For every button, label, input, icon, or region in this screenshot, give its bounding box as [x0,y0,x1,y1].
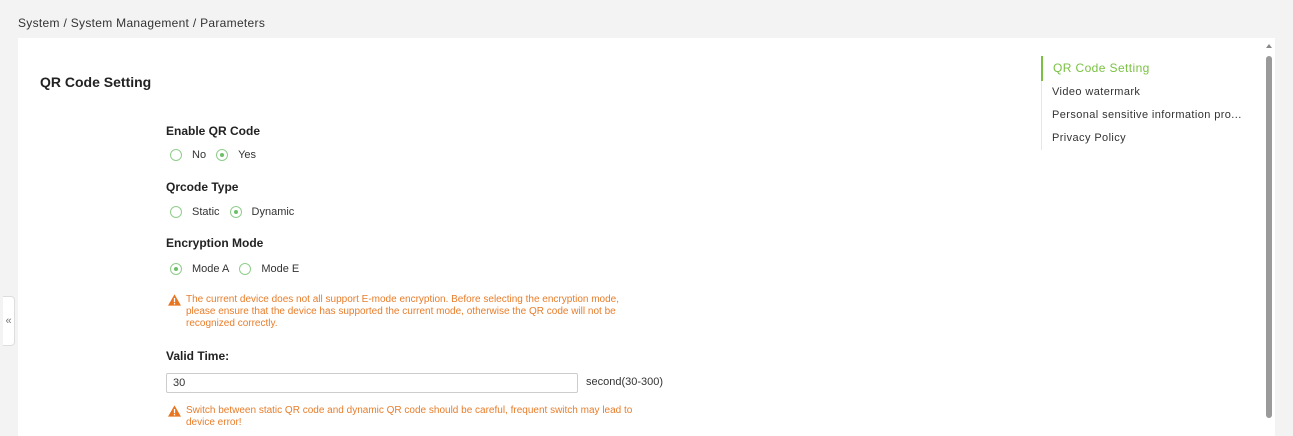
valid-time-suffix: second(30-300) [586,376,664,388]
collapse-sidebar-button[interactable]: « [3,296,15,346]
qrcode-type-dynamic-radio[interactable] [229,206,242,218]
warning-icon [168,405,181,417]
anchor-privacy-policy[interactable]: Privacy Policy [1042,127,1242,150]
valid-time-warning-text: Switch between static QR code and dynami… [186,405,633,428]
scroll-up-arrow-icon[interactable] [1266,44,1272,48]
vertical-scrollbar[interactable] [1262,38,1275,436]
double-chevron-left-icon: « [5,315,12,327]
encryption-mode-a-radio[interactable] [170,263,182,275]
enable-qr-label: Enable QR Code [166,124,261,138]
valid-time-warning: Switch between static QR code and dynami… [168,405,636,429]
anchor-video-watermark[interactable]: Video watermark [1042,81,1242,104]
scrollbar-thumb[interactable] [1266,56,1272,418]
encryption-mode-e-label[interactable]: Mode E [261,263,299,275]
warning-icon [168,294,181,306]
anchor-personal-sensitive-info[interactable]: Personal sensitive information pro... [1042,104,1242,127]
enable-qr-no-radio[interactable] [170,149,182,161]
qrcode-type-static-radio[interactable] [170,206,182,218]
valid-time-label: Valid Time: [166,349,230,363]
qrcode-type-dynamic-label[interactable]: Dynamic [252,206,295,218]
enable-qr-no-label[interactable]: No [192,149,206,161]
encryption-warning: The current device does not all support … [168,294,636,330]
enable-qr-yes-label[interactable]: Yes [238,149,256,161]
qrcode-type-static-label[interactable]: Static [192,206,220,218]
encryption-mode-e-radio[interactable] [239,263,252,275]
encryption-mode-a-label[interactable]: Mode A [192,263,229,275]
encryption-mode-radio-group: Mode A Mode E [170,263,309,275]
section-title: QR Code Setting [40,74,152,90]
qrcode-type-radio-group: Static Dynamic [170,206,304,218]
enable-qr-radio-group: No Yes [170,149,266,161]
enable-qr-yes-radio[interactable] [216,149,229,161]
anchor-nav: QR Code Setting Video watermark Personal… [1041,56,1242,150]
breadcrumb: System / System Management / Parameters [18,16,266,30]
valid-time-input[interactable] [166,373,578,393]
content-panel: QR Code Setting Enable QR Code No Yes Qr… [18,38,1275,436]
encryption-mode-label: Encryption Mode [166,236,264,250]
anchor-qr-code-setting[interactable]: QR Code Setting [1041,56,1242,81]
qrcode-type-label: Qrcode Type [166,180,239,194]
encryption-warning-text: The current device does not all support … [186,294,620,329]
